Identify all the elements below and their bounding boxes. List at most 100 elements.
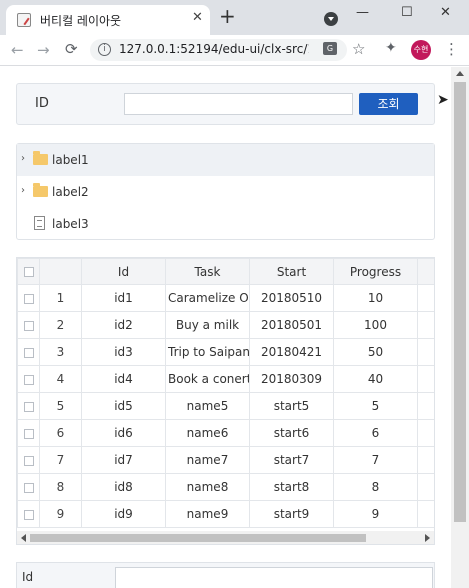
table-row[interactable]: 2 id2 Buy a milk 20180501 100: [17, 311, 434, 339]
chevron-right-icon[interactable]: ›: [21, 153, 25, 164]
search-button[interactable]: 조회: [359, 93, 418, 115]
new-tab-button[interactable]: +: [219, 6, 236, 26]
task-cell[interactable]: Buy a milk: [165, 311, 250, 339]
maximize-button[interactable]: ☐: [401, 5, 413, 20]
site-info-icon[interactable]: i: [98, 43, 111, 56]
table-row[interactable]: 7 id7 name7 start7 7: [17, 446, 434, 474]
row-number-cell[interactable]: 6: [39, 419, 82, 447]
minimize-button[interactable]: —: [356, 5, 369, 20]
id-cell[interactable]: id2: [81, 311, 166, 339]
extra-cell[interactable]: [417, 392, 434, 420]
row-number-cell[interactable]: 8: [39, 473, 82, 501]
page-vertical-scrollbar[interactable]: [451, 67, 469, 588]
progress-cell[interactable]: 50: [333, 338, 418, 366]
row-number-cell[interactable]: 4: [39, 365, 82, 393]
row-checkbox[interactable]: [23, 482, 34, 493]
table-row[interactable]: 8 id8 name8 start8 8: [17, 473, 434, 501]
start-cell[interactable]: start8: [249, 473, 334, 501]
tab-close-icon[interactable]: ✕: [192, 10, 203, 25]
task-cell[interactable]: name8: [165, 473, 250, 501]
row-select-cell[interactable]: [17, 338, 40, 366]
select-all-checkbox[interactable]: [23, 267, 34, 277]
grid-horizontal-scrollbar[interactable]: [17, 531, 434, 544]
row-select-cell[interactable]: [17, 446, 40, 474]
id-cell[interactable]: id9: [81, 500, 166, 528]
address-bar[interactable]: i 127.0.0.1:52194/edu-ui/clx-src/1-L... …: [90, 39, 347, 61]
extra-cell[interactable]: [417, 419, 434, 447]
back-arrow-icon[interactable]: ←: [11, 41, 24, 59]
id-cell[interactable]: id7: [81, 446, 166, 474]
column-header-start[interactable]: Start: [249, 258, 334, 285]
id-cell[interactable]: id3: [81, 338, 166, 366]
scroll-left-arrow-icon[interactable]: [21, 534, 26, 542]
row-select-cell[interactable]: [17, 419, 40, 447]
task-cell[interactable]: Trip to Saipan: [165, 338, 250, 366]
extra-cell[interactable]: [417, 446, 434, 474]
column-header-id[interactable]: Id: [81, 258, 166, 285]
id-cell[interactable]: id1: [81, 284, 166, 312]
table-row[interactable]: 1id1Caramelize Onions2018051010: [17, 284, 434, 312]
table-row[interactable]: 9 id9 name9 start9 9: [17, 500, 434, 528]
table-row[interactable]: 4id4Book a conert ticket2018030940: [17, 365, 434, 393]
extensions-puzzle-icon[interactable]: ✦: [385, 40, 397, 56]
start-cell[interactable]: 20180421: [249, 338, 334, 366]
profile-avatar[interactable]: 수현: [411, 40, 431, 60]
url-text[interactable]: 127.0.0.1:52194/edu-ui/clx-src/1-L...: [119, 42, 309, 56]
row-number-cell[interactable]: 1: [39, 284, 82, 312]
table-row[interactable]: 3 id3 Trip to Saipan 20180421 50: [17, 338, 434, 366]
progress-cell[interactable]: 40: [333, 365, 418, 393]
column-header-progress[interactable]: Progress: [333, 258, 418, 285]
progress-cell[interactable]: 9: [333, 500, 418, 528]
row-number-cell[interactable]: 7: [39, 446, 82, 474]
scrollbar-thumb[interactable]: [454, 82, 466, 522]
start-cell[interactable]: start9: [249, 500, 334, 528]
table-row[interactable]: 5 id5 name5 start5 5: [17, 392, 434, 420]
detail-id-field[interactable]: [115, 567, 433, 588]
progress-cell[interactable]: 8: [333, 473, 418, 501]
progress-cell[interactable]: 7: [333, 446, 418, 474]
id-cell[interactable]: id4: [81, 365, 166, 393]
row-select-cell[interactable]: [17, 500, 40, 528]
progress-cell[interactable]: 10: [333, 284, 418, 312]
bookmark-star-icon[interactable]: ☆: [352, 40, 365, 58]
task-cell[interactable]: Book a conert ticket: [165, 365, 250, 393]
extra-cell[interactable]: [417, 473, 434, 501]
scroll-right-arrow-icon[interactable]: [425, 534, 430, 542]
forward-arrow-icon[interactable]: →: [37, 41, 50, 59]
progress-cell[interactable]: 6: [333, 419, 418, 447]
row-select-cell[interactable]: [17, 473, 40, 501]
tree-item-label2[interactable]: › label2: [17, 176, 434, 208]
row-checkbox[interactable]: [23, 374, 34, 385]
extra-cell[interactable]: [417, 284, 434, 312]
row-number-cell[interactable]: 9: [39, 500, 82, 528]
row-number-cell[interactable]: 2: [39, 311, 82, 339]
reload-icon[interactable]: ⟳: [65, 40, 78, 58]
id-cell[interactable]: id6: [81, 419, 166, 447]
row-select-cell[interactable]: [17, 311, 40, 339]
tree-item-label1[interactable]: › label1: [17, 144, 434, 176]
task-cell[interactable]: name5: [165, 392, 250, 420]
scroll-up-arrow-icon[interactable]: [456, 71, 464, 76]
extra-cell[interactable]: [417, 500, 434, 528]
row-checkbox[interactable]: [23, 320, 34, 331]
row-select-cell[interactable]: [17, 392, 40, 420]
row-checkbox[interactable]: [23, 401, 34, 412]
row-checkbox[interactable]: [23, 455, 34, 466]
extra-cell[interactable]: [417, 365, 434, 393]
select-all-cell[interactable]: [17, 258, 40, 285]
start-cell[interactable]: 20180501: [249, 311, 334, 339]
row-checkbox[interactable]: [23, 293, 34, 304]
row-select-cell[interactable]: [17, 284, 40, 312]
row-checkbox[interactable]: [23, 509, 34, 520]
row-select-cell[interactable]: [17, 365, 40, 393]
column-header-task[interactable]: Task: [165, 258, 250, 285]
start-cell[interactable]: 20180309: [249, 365, 334, 393]
scrollbar-thumb[interactable]: [30, 534, 366, 542]
table-row[interactable]: 6 id6 name6 start6 6: [17, 419, 434, 447]
tree-item-label3[interactable]: label3: [17, 208, 434, 240]
row-number-cell[interactable]: 3: [39, 338, 82, 366]
start-cell[interactable]: 20180510: [249, 284, 334, 312]
start-cell[interactable]: start7: [249, 446, 334, 474]
id-cell[interactable]: id5: [81, 392, 166, 420]
translate-icon[interactable]: G: [323, 42, 337, 55]
